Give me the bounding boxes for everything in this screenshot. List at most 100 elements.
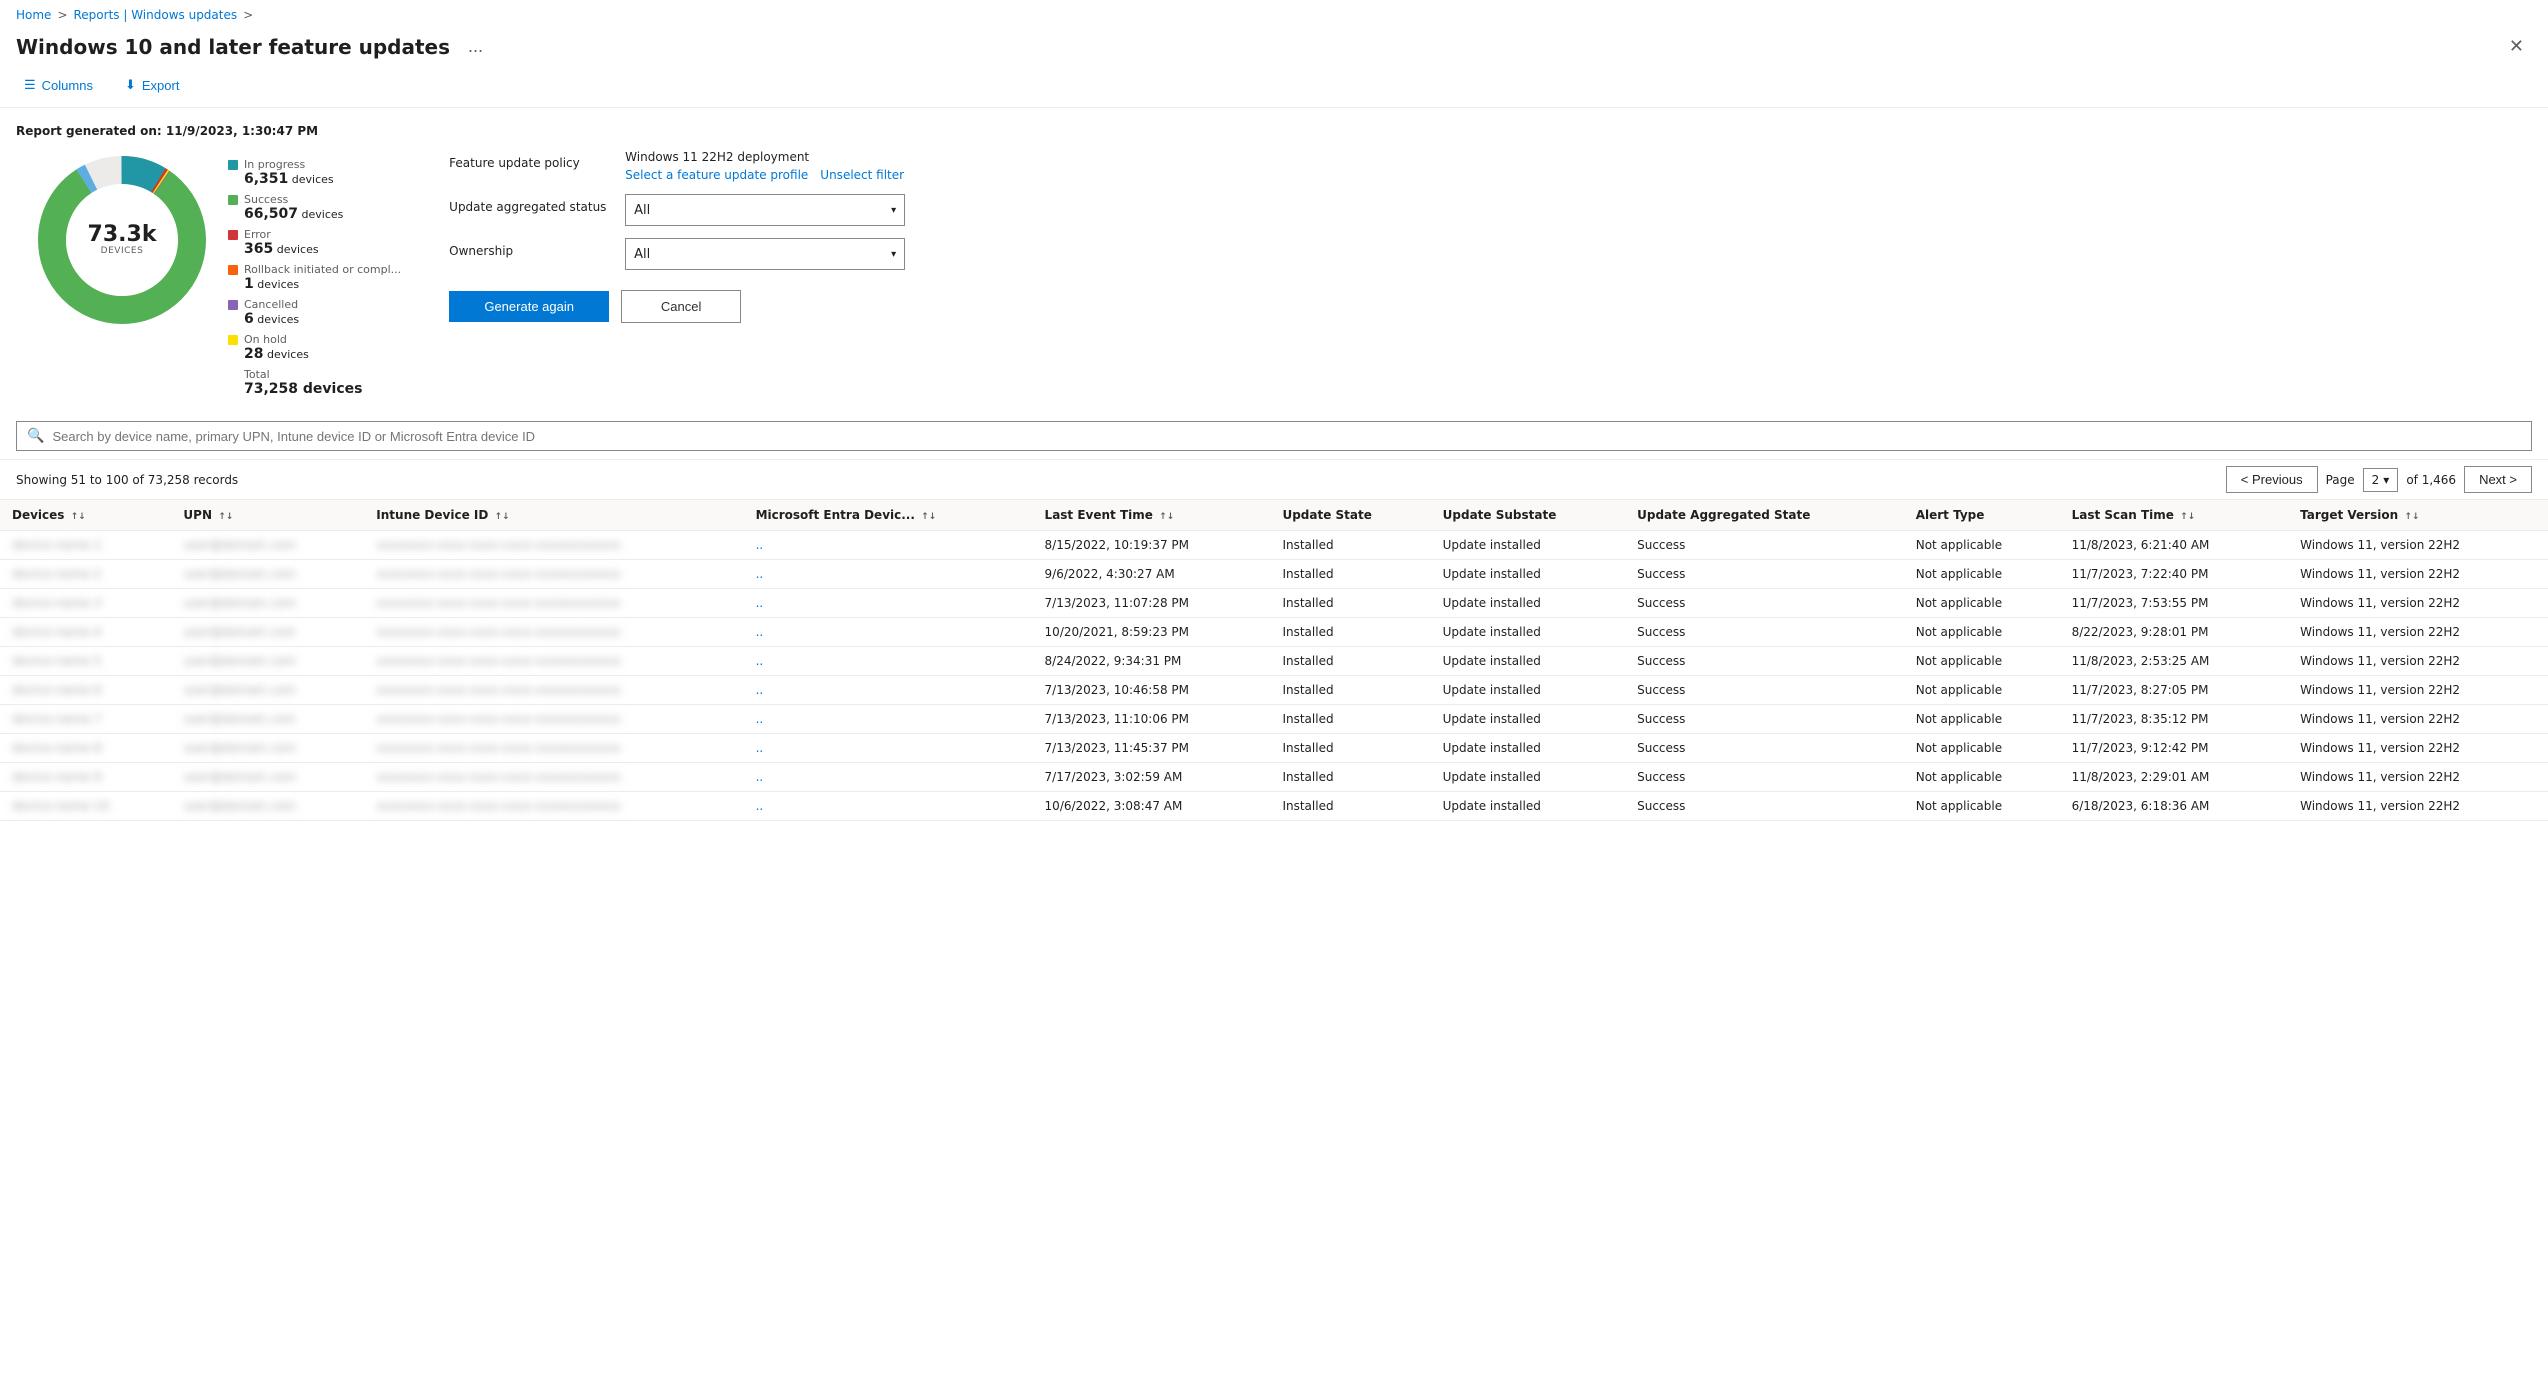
generate-again-button[interactable]: Generate again (449, 291, 609, 322)
columns-icon: ☰ (24, 77, 36, 93)
cell-devices: device-name-7 (0, 705, 171, 734)
cell-entra-device: .. (744, 734, 1033, 763)
cell-update-state: Installed (1270, 589, 1430, 618)
cell-last-scan: 11/7/2023, 7:53:55 PM (2060, 589, 2288, 618)
search-input[interactable] (52, 429, 2521, 444)
legend-text-rollback: Rollback initiated or compl... 1 devices (244, 263, 401, 292)
legend-text-onhold: On hold 28 devices (244, 333, 309, 362)
records-count: Showing 51 to 100 of 73,258 records (16, 473, 238, 487)
cell-devices: device-name-6 (0, 676, 171, 705)
breadcrumb-reports[interactable]: Reports | Windows updates (74, 8, 238, 22)
export-button[interactable]: ⬇ Export (117, 73, 187, 97)
legend-item-cancelled: Cancelled 6 devices (228, 298, 401, 327)
search-input-wrapper[interactable]: 🔍 (16, 421, 2532, 451)
cell-target-version: Windows 11, version 22H2 (2288, 705, 2548, 734)
cell-devices: device-name-8 (0, 734, 171, 763)
filter-select-ownership[interactable]: All ▾ (625, 238, 905, 270)
close-button[interactable]: ✕ (2501, 34, 2532, 59)
filter-select-aggregated-value: All (634, 203, 650, 218)
cell-update-substate: Update installed (1431, 763, 1625, 792)
cell-last-event: 7/17/2023, 3:02:59 AM (1033, 763, 1271, 792)
table-row: device-name-1 user@domain.com xxxxxxxx-x… (0, 531, 2548, 560)
cell-last-event: 7/13/2023, 11:10:06 PM (1033, 705, 1271, 734)
data-table-wrapper: Devices ↑↓ UPN ↑↓ Intune Device ID ↑↓ Mi… (0, 500, 2548, 821)
search-icon: 🔍 (27, 428, 44, 444)
sort-icon-devices: ↑↓ (71, 512, 86, 522)
cell-update-state: Installed (1270, 676, 1430, 705)
filter-select-aggregated[interactable]: All ▾ (625, 194, 905, 226)
table-row: device-name-3 user@domain.com xxxxxxxx-x… (0, 589, 2548, 618)
legend-item-rollback: Rollback initiated or compl... 1 devices (228, 263, 401, 292)
cell-upn: user@domain.com (171, 792, 364, 821)
col-update-state: Update State (1270, 500, 1430, 531)
donut-chart: 73.3k DEVICES (32, 150, 212, 330)
cell-update-state: Installed (1270, 705, 1430, 734)
sort-icon-scan: ↑↓ (2180, 512, 2195, 522)
table-row: device-name-2 user@domain.com xxxxxxxx-x… (0, 560, 2548, 589)
unselect-filter-link[interactable]: Unselect filter (820, 168, 904, 182)
chevron-down-icon-2: ▾ (891, 249, 896, 260)
cell-update-substate: Update installed (1431, 647, 1625, 676)
cell-alert-type: Not applicable (1904, 792, 2060, 821)
cell-alert-type: Not applicable (1904, 531, 2060, 560)
cell-aggregated-state: Success (1625, 618, 1904, 647)
action-buttons: Generate again Cancel (449, 290, 933, 323)
page-select-arrow: ▾ (2383, 473, 2389, 487)
more-options-button[interactable]: ... (462, 34, 489, 59)
col-upn[interactable]: UPN ↑↓ (171, 500, 364, 531)
cell-last-scan: 8/22/2023, 9:28:01 PM (2060, 618, 2288, 647)
breadcrumb: Home > Reports | Windows updates > (0, 0, 2548, 30)
cell-alert-type: Not applicable (1904, 676, 2060, 705)
cell-entra-device: .. (744, 792, 1033, 821)
col-target-version[interactable]: Target Version ↑↓ (2288, 500, 2548, 531)
col-last-event[interactable]: Last Event Time ↑↓ (1033, 500, 1271, 531)
cell-intune-id: xxxxxxxx-xxxx-xxxx-xxxx-xxxxxxxxxxxx (364, 589, 743, 618)
cell-last-event: 10/20/2021, 8:59:23 PM (1033, 618, 1271, 647)
cell-last-scan: 6/18/2023, 6:18:36 AM (2060, 792, 2288, 821)
cell-aggregated-state: Success (1625, 705, 1904, 734)
cell-last-event: 9/6/2022, 4:30:27 AM (1033, 560, 1271, 589)
col-last-scan[interactable]: Last Scan Time ↑↓ (2060, 500, 2288, 531)
breadcrumb-home[interactable]: Home (16, 8, 51, 22)
policy-value: Windows 11 22H2 deployment (625, 150, 904, 164)
filter-label-ownership: Ownership (449, 238, 609, 258)
col-entra-device[interactable]: Microsoft Entra Devic... ↑↓ (744, 500, 1033, 531)
cell-devices: device-name-9 (0, 763, 171, 792)
cell-target-version: Windows 11, version 22H2 (2288, 531, 2548, 560)
cell-target-version: Windows 11, version 22H2 (2288, 618, 2548, 647)
col-devices[interactable]: Devices ↑↓ (0, 500, 171, 531)
filter-label-aggregated: Update aggregated status (449, 194, 609, 214)
cancel-button[interactable]: Cancel (621, 290, 741, 323)
page-select[interactable]: 2 ▾ (2363, 468, 2399, 492)
cell-alert-type: Not applicable (1904, 647, 2060, 676)
table-header-row: Devices ↑↓ UPN ↑↓ Intune Device ID ↑↓ Mi… (0, 500, 2548, 531)
legend-item-inprogress: In progress 6,351 devices (228, 158, 401, 187)
cell-target-version: Windows 11, version 22H2 (2288, 560, 2548, 589)
col-intune-id[interactable]: Intune Device ID ↑↓ (364, 500, 743, 531)
cell-last-scan: 11/7/2023, 8:27:05 PM (2060, 676, 2288, 705)
col-alert-type: Alert Type (1904, 500, 2060, 531)
legend-dot-inprogress (228, 160, 238, 170)
legend-dot-onhold (228, 335, 238, 345)
cell-devices: device-name-4 (0, 618, 171, 647)
cell-alert-type: Not applicable (1904, 618, 2060, 647)
cell-update-state: Installed (1270, 531, 1430, 560)
table-row: device-name-7 user@domain.com xxxxxxxx-x… (0, 705, 2548, 734)
sort-icon-intune: ↑↓ (495, 512, 510, 522)
cell-update-state: Installed (1270, 560, 1430, 589)
columns-button[interactable]: ☰ Columns (16, 73, 101, 97)
cell-entra-device: .. (744, 647, 1033, 676)
previous-button[interactable]: < Previous (2226, 466, 2318, 493)
next-button[interactable]: Next > (2464, 466, 2532, 493)
legend-dot-total (228, 370, 238, 380)
cell-update-state: Installed (1270, 618, 1430, 647)
cell-last-event: 10/6/2022, 3:08:47 AM (1033, 792, 1271, 821)
cell-update-substate: Update installed (1431, 560, 1625, 589)
cell-last-scan: 11/8/2023, 2:29:01 AM (2060, 763, 2288, 792)
cell-aggregated-state: Success (1625, 589, 1904, 618)
cell-upn: user@domain.com (171, 734, 364, 763)
donut-number: 73.3k (88, 224, 157, 246)
select-profile-link[interactable]: Select a feature update profile (625, 168, 808, 182)
cell-aggregated-state: Success (1625, 763, 1904, 792)
table-row: device-name-9 user@domain.com xxxxxxxx-x… (0, 763, 2548, 792)
